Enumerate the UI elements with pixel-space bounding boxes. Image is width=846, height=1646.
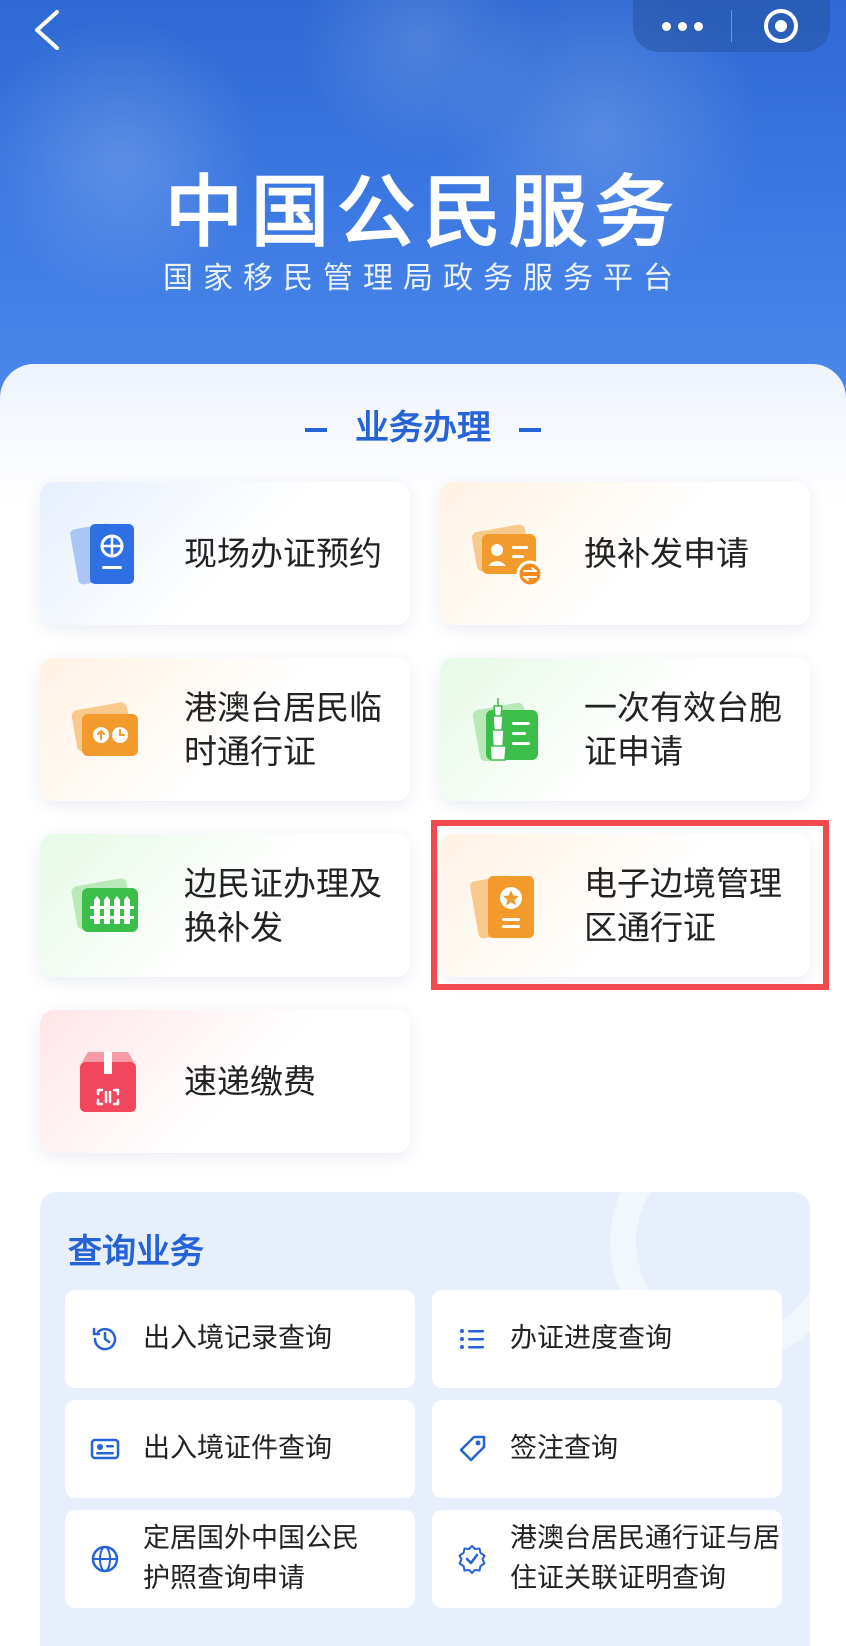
- query-item-documents[interactable]: 出入境证件查询: [65, 1400, 415, 1498]
- back-button[interactable]: [22, 6, 70, 54]
- clock-history-icon: [92, 1327, 117, 1351]
- service-card-express-payment[interactable]: 速递缴费: [40, 1010, 410, 1153]
- service-card-replacement[interactable]: 换补发申请: [440, 482, 810, 625]
- card-label: 速递缴费: [184, 1061, 316, 1101]
- query-item-label: 办证进度查询: [510, 1323, 672, 1354]
- card-label: 港澳台居民临时通行证: [184, 687, 382, 771]
- id-card-icon: [90, 1438, 120, 1460]
- miniprogram-capsule: [633, 0, 830, 52]
- selection-highlight: [431, 820, 829, 990]
- query-item-label: 港澳台居民通行证与居住证关联证明查询: [510, 1523, 780, 1594]
- section-title: 业务办理: [355, 408, 491, 448]
- card-label: 现场办证预约: [184, 533, 382, 573]
- more-menu-button[interactable]: [633, 0, 731, 52]
- page-title: 中国公民服务: [164, 168, 681, 258]
- page-subtitle: 国家移民管理局政务服务平台: [163, 261, 683, 296]
- chevron-left-icon: [35, 10, 59, 50]
- service-card-onsite-appointment[interactable]: 现场办证预约: [40, 482, 410, 625]
- section-dash-right: [519, 427, 541, 432]
- section-header: 业务办理: [0, 400, 846, 449]
- query-title: 查询业务: [68, 1232, 204, 1272]
- service-card-taiwan-permit[interactable]: 一次有效台胞证申请: [440, 658, 810, 801]
- temporary-pass-icon: [71, 701, 138, 756]
- more-dots-icon: [661, 21, 703, 31]
- card-label: 换补发申请: [584, 533, 749, 573]
- query-item-overseas-passport[interactable]: 定居国外中国公民护照查询申请: [65, 1510, 415, 1608]
- header-banner: 中国公民服务 国家移民管理局政务服务平台: [0, 0, 846, 400]
- id-card-exchange-icon: [471, 524, 544, 587]
- query-item-label: 出入境证件查询: [143, 1433, 332, 1464]
- target-close-icon: [764, 9, 798, 43]
- query-item-progress[interactable]: 办证进度查询: [432, 1290, 782, 1388]
- card-label: 一次有效台胞证申请: [584, 687, 782, 771]
- section-dash-left: [305, 427, 327, 432]
- verified-badge-icon: [458, 1545, 486, 1574]
- service-card-border-resident[interactable]: 边民证办理及换补发: [40, 834, 410, 977]
- query-item-label: 出入境记录查询: [143, 1323, 332, 1354]
- query-item-endorsement[interactable]: 签注查询: [432, 1400, 782, 1498]
- express-package-icon: [80, 1051, 136, 1112]
- query-item-residence-association[interactable]: 港澳台居民通行证与居住证关联证明查询: [432, 1510, 782, 1608]
- globe-icon: [91, 1545, 119, 1573]
- query-item-label: 定居国外中国公民护照查询申请: [143, 1523, 359, 1594]
- taiwan-permit-icon: [472, 697, 538, 761]
- query-item-label: 签注查询: [510, 1433, 618, 1464]
- checklist-icon: [460, 1329, 484, 1349]
- service-card-temporary-pass[interactable]: 港澳台居民临时通行证: [40, 658, 410, 801]
- query-section: 查询业务 出入境记录查询 办证进度查询 出入境证件查询 签注查询 定居国外中国公…: [40, 1192, 810, 1646]
- border-fence-icon: [71, 877, 138, 932]
- card-label: 边民证办理及换补发: [184, 863, 382, 947]
- tag-icon: [459, 1435, 486, 1462]
- query-item-entry-exit-records[interactable]: 出入境记录查询: [65, 1290, 415, 1388]
- passport-globe-icon: [70, 523, 134, 584]
- close-miniprogram-button[interactable]: [732, 0, 830, 52]
